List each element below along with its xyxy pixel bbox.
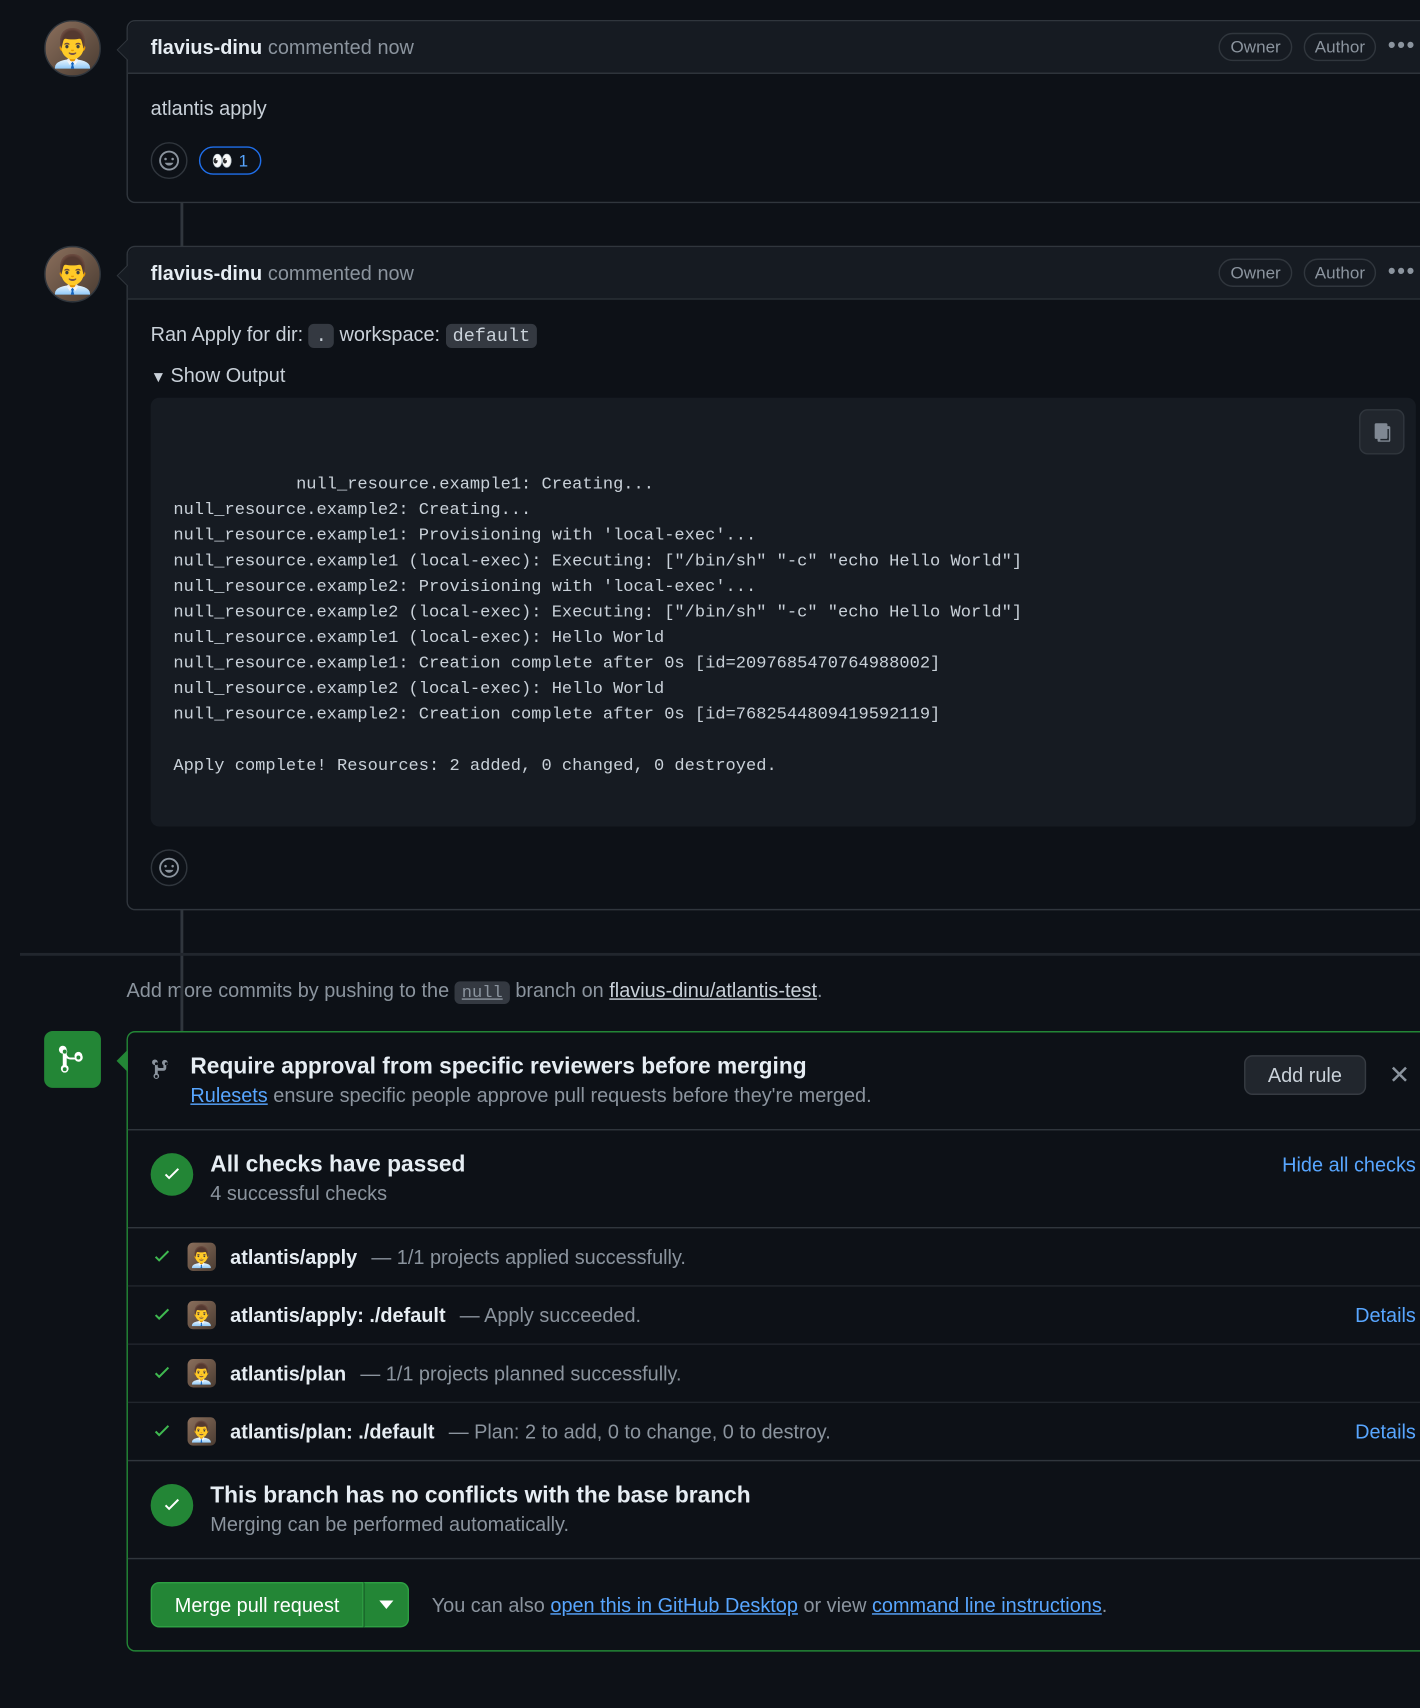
merge-hint: You can also open this in GitHub Desktop… bbox=[432, 1593, 1108, 1616]
git-branch-icon bbox=[151, 1058, 174, 1081]
close-icon[interactable]: ✕ bbox=[1383, 1055, 1416, 1096]
push-hint-text: . bbox=[817, 979, 823, 1002]
rulesets-link[interactable]: Rulesets bbox=[190, 1084, 267, 1107]
avatar[interactable] bbox=[44, 246, 101, 303]
merge-pull-request-button[interactable]: Merge pull request bbox=[151, 1582, 364, 1627]
merge-hint-text: or view bbox=[803, 1593, 871, 1616]
timeline-divider bbox=[20, 953, 1420, 956]
avatar[interactable] bbox=[188, 1359, 216, 1387]
workspace-label: workspace: bbox=[339, 322, 445, 345]
comment-body: atlantis apply bbox=[128, 74, 1420, 142]
author-badge: Author bbox=[1303, 259, 1376, 287]
push-hint-text: Add more commits by pushing to the bbox=[127, 979, 455, 1002]
open-desktop-link[interactable]: open this in GitHub Desktop bbox=[550, 1593, 798, 1616]
merge-dropdown-button[interactable] bbox=[364, 1582, 409, 1627]
conflicts-subtitle: Merging can be performed automatically. bbox=[210, 1512, 750, 1535]
check-row: atlantis/plan — 1/1 projects planned suc… bbox=[128, 1343, 1420, 1401]
check-circle-icon bbox=[151, 1153, 194, 1196]
details-link[interactable]: Details bbox=[1355, 1304, 1416, 1327]
comment-time[interactable]: now bbox=[377, 36, 413, 59]
author-link[interactable]: flavius-dinu bbox=[151, 261, 263, 284]
comment-item: flavius-dinu commented now Owner Author … bbox=[127, 20, 1420, 203]
show-output-summary[interactable]: Show Output bbox=[151, 364, 1416, 387]
checks-list: atlantis/apply — 1/1 projects applied su… bbox=[128, 1228, 1420, 1461]
check-circle-icon bbox=[151, 1484, 194, 1527]
comment-body: Ran Apply for dir: . workspace: default … bbox=[128, 300, 1420, 850]
merge-panel: Require approval from specific reviewers… bbox=[127, 1031, 1420, 1652]
add-reaction-icon[interactable] bbox=[151, 849, 188, 886]
avatar[interactable] bbox=[188, 1417, 216, 1445]
comment-action: commented bbox=[268, 36, 372, 59]
owner-badge: Owner bbox=[1219, 33, 1292, 61]
check-name: atlantis/plan bbox=[230, 1362, 346, 1385]
check-icon bbox=[151, 1304, 174, 1327]
avatar[interactable] bbox=[188, 1301, 216, 1329]
owner-badge: Owner bbox=[1219, 259, 1292, 287]
merge-hint-text: You can also bbox=[432, 1593, 551, 1616]
add-rule-button[interactable]: Add rule bbox=[1244, 1055, 1366, 1095]
details-link[interactable]: Details bbox=[1355, 1420, 1416, 1443]
check-desc: — Plan: 2 to add, 0 to change, 0 to dest… bbox=[449, 1420, 831, 1443]
copy-icon[interactable] bbox=[1359, 409, 1404, 454]
comment-header: flavius-dinu commented now Owner Author … bbox=[128, 21, 1420, 74]
branch-name: null bbox=[455, 981, 510, 1004]
show-output-details[interactable]: Show Output null_resource.example1: Crea… bbox=[151, 364, 1416, 827]
comment-header: flavius-dinu commented now Owner Author … bbox=[128, 247, 1420, 300]
check-icon bbox=[151, 1362, 174, 1385]
avatar[interactable] bbox=[44, 20, 101, 77]
dir-code: . bbox=[309, 324, 334, 348]
kebab-menu-icon[interactable]: ••• bbox=[1388, 260, 1416, 286]
push-hint: Add more commits by pushing to the null … bbox=[127, 979, 1420, 1003]
add-reaction-icon[interactable] bbox=[151, 142, 188, 179]
kebab-menu-icon[interactable]: ••• bbox=[1388, 34, 1416, 60]
hide-checks-link[interactable]: Hide all checks bbox=[1282, 1153, 1416, 1176]
check-desc: — 1/1 projects applied successfully. bbox=[371, 1245, 686, 1268]
check-row: atlantis/plan: ./default — Plan: 2 to ad… bbox=[128, 1402, 1420, 1460]
workspace-code: default bbox=[446, 324, 538, 348]
push-hint-text: branch on bbox=[515, 979, 609, 1002]
caret-down-icon bbox=[379, 1600, 393, 1609]
check-icon bbox=[151, 1245, 174, 1268]
output-text: null_resource.example1: Creating... null… bbox=[173, 474, 1022, 775]
cli-instructions-link[interactable]: command line instructions bbox=[872, 1593, 1102, 1616]
ruleset-title: Require approval from specific reviewers… bbox=[190, 1055, 1226, 1081]
check-row: atlantis/apply: ./default — Apply succee… bbox=[128, 1285, 1420, 1343]
check-name: atlantis/apply: ./default bbox=[230, 1304, 445, 1327]
conflicts-title: This branch has no conflicts with the ba… bbox=[210, 1484, 750, 1510]
checks-subtitle: 4 successful checks bbox=[210, 1182, 465, 1205]
git-merge-icon bbox=[44, 1031, 101, 1088]
check-row: atlantis/apply — 1/1 projects applied su… bbox=[128, 1228, 1420, 1285]
check-desc: — 1/1 projects planned successfully. bbox=[360, 1362, 681, 1385]
check-name: atlantis/plan: ./default bbox=[230, 1420, 434, 1443]
ran-apply-prefix: Ran Apply for dir: bbox=[151, 322, 309, 345]
comment-item: flavius-dinu commented now Owner Author … bbox=[127, 246, 1420, 911]
output-code-block: null_resource.example1: Creating... null… bbox=[151, 398, 1416, 827]
checks-title: All checks have passed bbox=[210, 1153, 465, 1179]
avatar[interactable] bbox=[188, 1243, 216, 1271]
comment-time[interactable]: now bbox=[377, 261, 413, 284]
author-link[interactable]: flavius-dinu bbox=[151, 36, 263, 59]
check-icon bbox=[151, 1420, 174, 1443]
check-desc: — Apply succeeded. bbox=[460, 1304, 641, 1327]
check-name: atlantis/apply bbox=[230, 1245, 357, 1268]
ruleset-desc: ensure specific people approve pull requ… bbox=[268, 1084, 872, 1107]
author-badge: Author bbox=[1303, 33, 1376, 61]
reaction-count: 1 bbox=[239, 151, 248, 171]
eyes-icon: 👀 bbox=[212, 151, 233, 171]
eyes-reaction[interactable]: 👀 1 bbox=[199, 146, 261, 174]
comment-action: commented bbox=[268, 261, 372, 284]
merge-hint-text: . bbox=[1102, 1593, 1108, 1616]
repo-link[interactable]: flavius-dinu/atlantis-test bbox=[609, 979, 817, 1002]
